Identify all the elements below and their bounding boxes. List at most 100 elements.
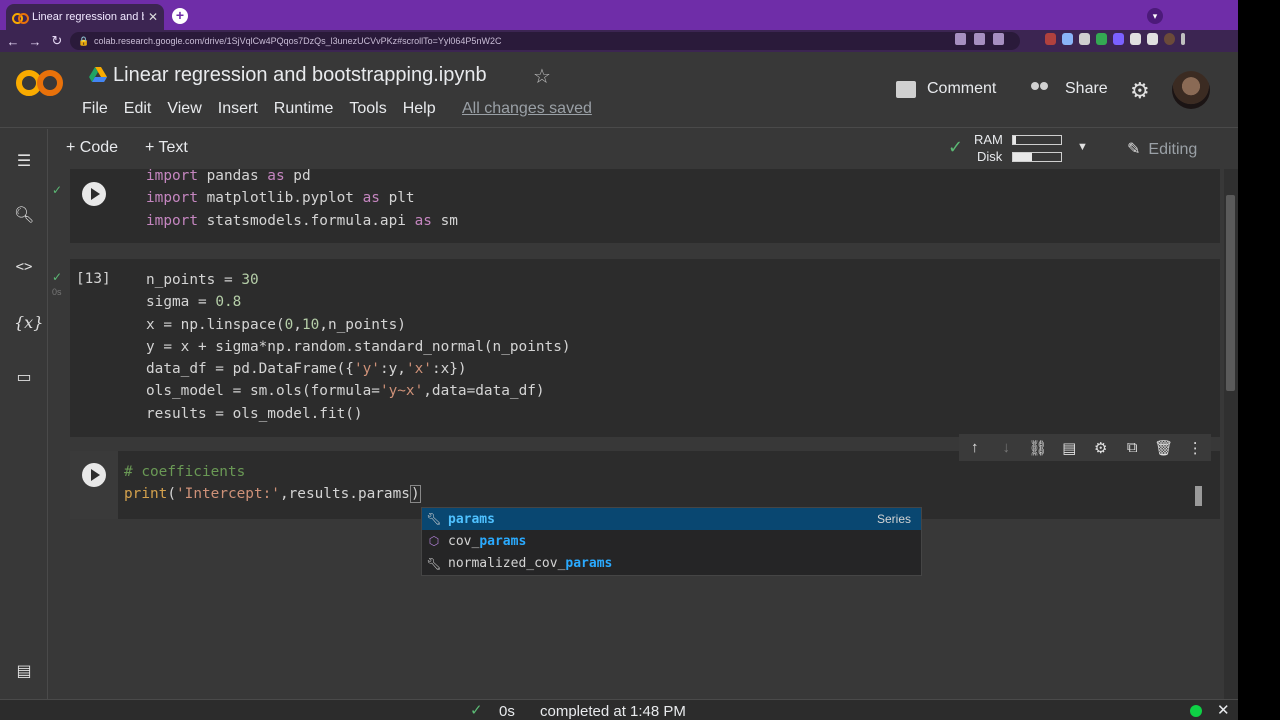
autocomplete-item[interactable]: 🔧︎ params Series [422, 508, 921, 531]
run-cell-button[interactable] [82, 182, 106, 206]
browser-menu-icon[interactable] [1181, 33, 1185, 45]
status-bar: ✓ 0s completed at 1:48 PM ✕ [0, 699, 1238, 720]
code-line: n_points = 30 [146, 272, 259, 288]
share-page-icon[interactable] [974, 33, 985, 45]
star-icon[interactable]: ☆ [533, 64, 551, 89]
menu-view[interactable]: View [167, 100, 201, 118]
menu-insert[interactable]: Insert [218, 100, 258, 118]
user-avatar[interactable] [1172, 71, 1210, 109]
menu-edit[interactable]: Edit [124, 100, 152, 118]
code-line: print('Intercept:',results.params) [124, 485, 421, 504]
comment-label: Comment [927, 80, 997, 97]
cell-code[interactable]: # coefficients print('Intercept:',result… [124, 461, 421, 506]
disk-meter[interactable] [1012, 152, 1062, 162]
add-text-button[interactable]: + Text [145, 139, 188, 157]
suggestion-type: Series [876, 512, 911, 527]
cell-settings-gear-icon[interactable]: ⚙ [1085, 439, 1117, 457]
notebook-title[interactable]: Linear regression and bootstrapping.ipyn… [113, 64, 487, 87]
more-options-icon[interactable]: ⋮ [1180, 439, 1212, 457]
wrench-icon: 🔧︎ [426, 512, 442, 527]
tab-close-icon[interactable]: ✕ [148, 10, 158, 24]
colab-header: Linear regression and bootstrapping.ipyn… [0, 52, 1238, 128]
completion-status[interactable]: completed at 1:48 PM [540, 703, 686, 720]
code-line: sigma = 0.8 [146, 294, 242, 311]
status-check-icon: ✓ [470, 702, 483, 719]
browser-tab[interactable]: Linear regression and bootstrap ✕ [6, 4, 164, 30]
suggestion-prefix: normalized_cov_ [448, 556, 566, 572]
close-statusbar-icon[interactable]: ✕ [1217, 701, 1230, 719]
tab-search-icon[interactable]: ▾ [1147, 8, 1163, 24]
wrench-icon: 🔧︎ [426, 556, 442, 571]
notebook-toolbar: + Code + Text ✓ RAM Disk ▼ ✎Editing ︿ [48, 129, 1238, 169]
left-sidebar: ☰ 🔍︎ <> {x} ▭ ▤ [0, 129, 48, 699]
back-icon[interactable]: ← [2, 34, 24, 49]
code-line: import matplotlib.pyplot as plt [146, 190, 415, 207]
ram-meter[interactable] [1012, 135, 1062, 145]
table-of-contents-icon[interactable]: ☰ [14, 151, 34, 171]
cell-toolbar: ↑ ↓ ⛓ ▤ ⚙ ⧉ 🗑︎ ⋮ [959, 434, 1211, 461]
settings-gear-icon[interactable]: ⚙ [1130, 78, 1150, 104]
cell-success-check-icon: ✓ [52, 270, 63, 284]
suggestion-prefix: cov_ [448, 533, 480, 549]
extension-icon[interactable] [1045, 33, 1056, 45]
lock-icon: 🔒 [78, 36, 90, 46]
notebook-scrollbar[interactable] [1224, 169, 1238, 699]
colab-logo-icon[interactable] [16, 70, 66, 104]
google-drive-icon[interactable] [89, 67, 107, 83]
url-field[interactable]: 🔒 colab.research.google.com/drive/1SjVql… [70, 32, 1020, 50]
menu-bar: File Edit View Insert Runtime Tools Help [82, 100, 452, 118]
menu-runtime[interactable]: Runtime [274, 100, 334, 118]
bookmark-star-icon[interactable] [993, 33, 1004, 45]
new-tab-button[interactable]: + [172, 8, 188, 24]
extension-icon[interactable] [1096, 33, 1107, 45]
zoom-icon[interactable] [955, 33, 966, 45]
extensions-puzzle-icon[interactable] [1147, 33, 1158, 45]
runtime-connected-dot [1190, 705, 1202, 717]
move-up-icon[interactable]: ↑ [959, 439, 991, 456]
colab-favicon-icon [12, 12, 29, 24]
code-snippets-icon[interactable]: <> [14, 259, 34, 275]
extension-icon[interactable] [1079, 33, 1090, 45]
terminal-icon[interactable]: ▤ [14, 661, 34, 681]
execution-count: [13] [76, 271, 111, 287]
profile-avatar-icon[interactable] [1164, 33, 1175, 45]
autocomplete-item[interactable]: ⬡ cov_ params [422, 530, 921, 552]
share-button[interactable]: Share [1031, 80, 1108, 98]
comment-cell-icon[interactable]: ▤ [1054, 439, 1086, 457]
extension-icon[interactable] [1130, 33, 1141, 45]
cell-code[interactable]: n_points = 30 sigma = 0.8 x = np.linspac… [146, 269, 571, 425]
extension-icon[interactable] [1062, 33, 1073, 45]
code-line: # coefficients [124, 464, 246, 480]
move-down-icon[interactable]: ↓ [991, 439, 1023, 456]
extensions-bar [1045, 33, 1185, 45]
autocomplete-item[interactable]: 🔧︎ normalized_cov_ params [422, 553, 921, 575]
add-code-button[interactable]: + Code [66, 139, 118, 157]
mirror-cell-icon[interactable]: ⧉ [1117, 439, 1149, 456]
code-line: results = ols_model.fit() [146, 405, 363, 422]
files-folder-icon[interactable]: ▭ [14, 367, 34, 387]
scrollbar-thumb[interactable] [1226, 195, 1235, 391]
save-status[interactable]: All changes saved [462, 100, 592, 118]
delete-trash-icon[interactable]: 🗑︎ [1148, 439, 1180, 457]
menu-help[interactable]: Help [403, 100, 436, 118]
comment-button[interactable]: Comment [896, 80, 996, 98]
reload-icon[interactable]: ↻ [46, 33, 68, 49]
code-cell[interactable]: [13] n_points = 30 sigma = 0.8 x = np.li… [70, 259, 1220, 437]
search-icon[interactable]: 🔍︎ [14, 205, 34, 225]
variables-icon[interactable]: {x} [14, 313, 43, 332]
colab-window: Linear regression and bootstrap ✕ + ▾ ← … [0, 0, 1238, 720]
run-cell-button[interactable] [82, 463, 106, 487]
browser-tab-strip: Linear regression and bootstrap ✕ + ▾ [0, 0, 1238, 30]
code-line: ols_model = sm.ols(formula='y~x',data=da… [146, 383, 545, 400]
link-icon[interactable]: ⛓ [1022, 439, 1054, 457]
code-line: x = np.linspace(0,10,n_points) [146, 316, 406, 333]
resources-dropdown-icon[interactable]: ▼ [1077, 141, 1088, 153]
menu-file[interactable]: File [82, 100, 108, 118]
menu-tools[interactable]: Tools [349, 100, 386, 118]
extension-icon[interactable] [1113, 33, 1124, 45]
editing-mode-button[interactable]: ✎ Editing [1127, 139, 1197, 159]
suggestion-match: params [448, 511, 495, 527]
forward-icon[interactable]: → [24, 34, 46, 49]
cell-code[interactable]: import pandas as pd import matplotlib.py… [146, 169, 458, 232]
code-cell[interactable]: import pandas as pd import matplotlib.py… [70, 169, 1220, 243]
